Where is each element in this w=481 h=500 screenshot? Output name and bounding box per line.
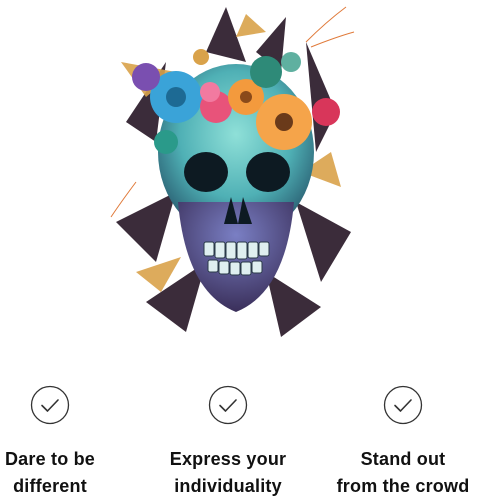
check-circle-icon: [30, 385, 70, 425]
feature-label: Dare to be different: [0, 446, 130, 500]
check-circle-icon: [208, 385, 248, 425]
feature-label-line-1: Dare to be: [4, 449, 96, 469]
feature-item: Dare to be different: [0, 380, 130, 500]
check-circle-icon: [383, 385, 423, 425]
feature-label-line-2: from the crowd: [336, 476, 470, 496]
feature-label-line-2: individuality: [174, 476, 282, 496]
feature-item: Stand out from the crowd: [323, 380, 481, 500]
feature-item: Express your individuality: [148, 380, 308, 500]
skull-illustration: [110, 6, 355, 337]
feature-label-line-1: Express your: [169, 449, 287, 469]
feature-list: Dare to be different Express your indivi…: [0, 380, 481, 500]
feature-label: Stand out from the crowd: [323, 446, 481, 500]
feature-label: Express your individuality: [148, 446, 308, 500]
feature-label-line-1: Stand out: [360, 449, 446, 469]
feature-label-line-2: different: [13, 476, 87, 496]
